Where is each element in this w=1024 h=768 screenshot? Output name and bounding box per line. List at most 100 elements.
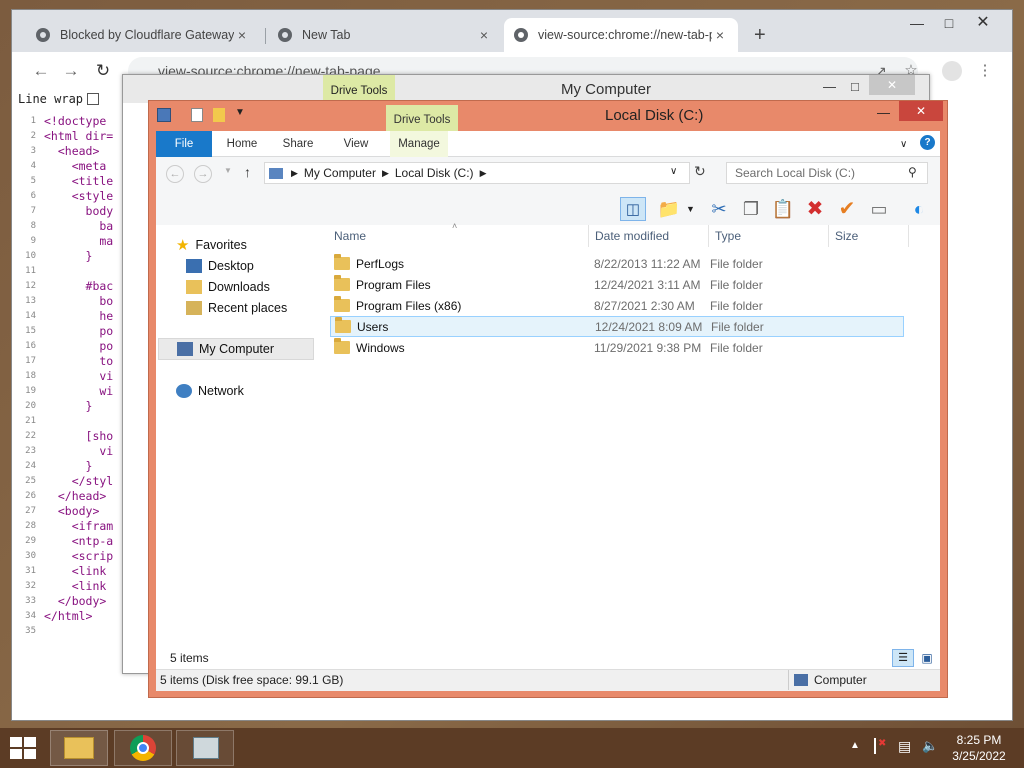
tab-strip: Blocked by Cloudflare Gateway × New Tab … [12,10,1012,52]
close-tab-icon[interactable]: × [476,27,492,43]
up-icon[interactable]: ↑ [244,164,251,180]
tab-home[interactable]: Home [218,131,266,157]
local-disk-window: ▼ Drive Tools Local Disk (C:) — □ ✕ File… [148,100,948,698]
system-clock[interactable]: 8:25 PM 3/25/2022 [944,732,1014,764]
large-icons-view-icon[interactable]: ▣ [918,649,936,667]
taskbar-task-manager[interactable] [176,730,234,766]
minimize-button[interactable]: — [902,12,932,34]
tab-blocked[interactable]: Blocked by Cloudflare Gateway × [26,18,260,52]
back-icon[interactable]: ← [166,165,184,183]
column-divider[interactable] [708,225,709,247]
taskbar-chrome[interactable] [114,730,172,766]
file-type: File folder [710,277,763,292]
line-wrap-checkbox[interactable] [87,93,100,105]
minimize-button[interactable]: — [823,79,836,94]
taskbar-file-explorer[interactable] [50,730,108,766]
column-size[interactable]: Size [835,229,858,243]
menu-dots-icon[interactable]: ⋮ [974,60,996,82]
close-button[interactable]: ✕ [899,101,943,121]
tab-file[interactable]: File [156,131,212,157]
checkmark-icon[interactable]: ✔ [834,197,860,221]
address-dropdown-icon[interactable]: ∨ [670,166,677,177]
close-button[interactable]: ✕ [869,75,915,95]
line-number: 13 [25,296,36,306]
nav-downloads[interactable]: Downloads [186,277,270,297]
folder-options-icon[interactable]: 📁 [656,197,682,221]
folder-icon [334,296,350,312]
nav-network[interactable]: Network [176,381,244,401]
show-hidden-icons[interactable]: ▲ [850,740,860,751]
options-arrow-icon[interactable]: ▼ [686,204,695,214]
tab-view[interactable]: View [332,131,380,157]
chrome-globe-icon [36,28,50,42]
table-row[interactable]: Program Files 12/24/2021 3:11 AM File fo… [330,274,904,295]
properties-icon[interactable] [191,108,203,122]
table-row-selected[interactable]: Users 12/24/2021 8:09 AM File folder [330,316,904,337]
tab-divider [265,28,266,44]
close-button[interactable]: ✕ [968,12,998,34]
tab-view-source[interactable]: view-source:chrome://new-tab-p × [504,18,738,52]
folder-icon [334,338,350,354]
breadcrumb-my-computer[interactable]: My Computer [304,166,376,180]
file-type: File folder [710,256,763,271]
nav-favorites[interactable]: ★ Favorites [176,235,247,255]
network-icon [176,384,192,398]
status-divider [788,670,789,690]
details-view-icon[interactable]: ☰ [892,649,914,667]
line-number: 33 [25,596,36,606]
close-tab-icon[interactable]: × [712,27,728,43]
line-number: 3 [30,146,36,156]
source-code: </html> [44,609,93,623]
table-row[interactable]: Program Files (x86) 8/27/2021 2:30 AM Fi… [330,295,904,316]
forward-icon[interactable]: → [60,60,82,82]
line-number: 27 [25,506,36,516]
address-bar[interactable]: ▶ My Computer ▶ Local Disk (C:) ▶ [264,162,690,184]
cut-icon[interactable]: ✂ [706,197,732,221]
nav-desktop[interactable]: Desktop [186,256,254,276]
maximize-button[interactable]: □ [934,12,964,34]
tab-manage[interactable]: Manage [390,131,448,157]
network-status-icon[interactable]: ▤ [898,738,911,755]
breadcrumb-local-disk[interactable]: Local Disk (C:) [395,166,474,180]
column-divider[interactable] [908,225,909,247]
tab-new-tab[interactable]: New Tab × [268,18,502,52]
delete-icon[interactable]: ✖ [802,197,828,221]
close-tab-icon[interactable]: × [234,27,250,43]
profile-avatar-icon[interactable] [942,61,962,81]
search-input[interactable]: Search Local Disk (C:) [726,162,928,184]
column-name[interactable]: Name [334,229,366,243]
maximize-button[interactable]: □ [851,79,859,94]
column-divider[interactable] [588,225,589,247]
copy-icon[interactable]: ❐ [738,197,764,221]
minimize-button[interactable]: — [877,105,890,120]
recent-locations-icon[interactable]: ▼ [224,166,232,175]
globe-icon[interactable]: ◐ [906,197,932,221]
new-tab-button[interactable]: + [754,24,766,47]
help-icon[interactable]: ? [920,135,935,150]
expand-ribbon-icon[interactable]: ∨ [900,139,907,150]
rename-icon[interactable]: ▭ [866,197,892,221]
back-icon[interactable]: ← [30,60,52,82]
nav-recent-places[interactable]: Recent places [186,298,287,318]
start-windows-icon[interactable] [10,737,38,761]
customize-arrow-icon[interactable]: ▼ [235,107,245,118]
forward-icon[interactable]: → [194,165,212,183]
preview-pane-icon[interactable]: ◫ [620,197,646,221]
ribbon-tabs: File Home Share View Manage ∨ ? [156,131,940,157]
column-type[interactable]: Type [715,229,741,243]
tab-share[interactable]: Share [274,131,322,157]
nav-label: Desktop [208,259,254,273]
table-row[interactable]: Windows 11/29/2021 9:38 PM File folder [330,337,904,358]
action-center-flag-icon[interactable]: ✖ [874,738,888,754]
refresh-icon[interactable]: ↻ [694,163,706,180]
column-date-modified[interactable]: Date modified [595,229,669,243]
nav-my-computer[interactable]: My Computer [158,338,314,360]
volume-muted-icon[interactable]: 🔈 [922,738,938,754]
table-row[interactable]: PerfLogs 8/22/2013 11:22 AM File folder [330,253,904,274]
paste-icon[interactable]: 📋 [770,197,796,221]
source-code: <style [44,189,114,203]
source-code: po [44,339,114,353]
column-divider[interactable] [828,225,829,247]
new-folder-icon[interactable] [213,108,225,122]
reload-icon[interactable]: ↻ [92,60,114,82]
